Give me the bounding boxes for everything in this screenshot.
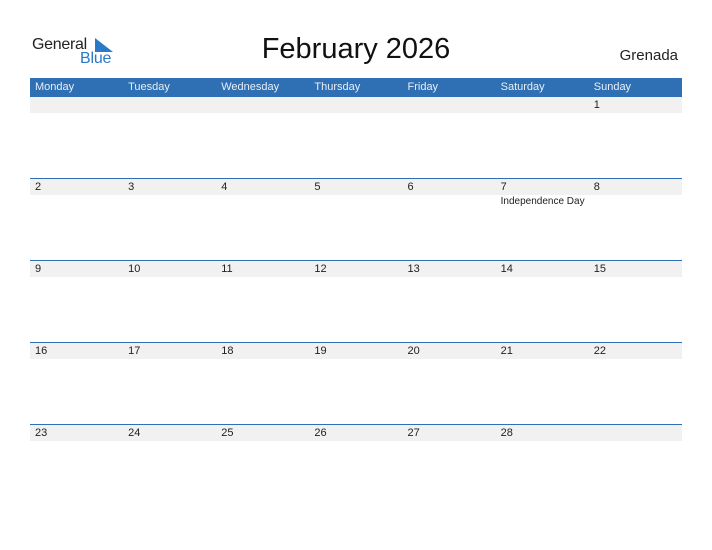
day-number: 6	[407, 181, 414, 193]
weekday-sunday: Sunday	[593, 81, 632, 93]
day-number: 27	[407, 427, 420, 439]
day-event	[403, 195, 496, 209]
calendar-grid: Monday Tuesday Wednesday Thursday Friday…	[30, 78, 682, 506]
day-event	[216, 195, 309, 209]
day-number: 10	[128, 263, 141, 275]
day-number: 23	[35, 427, 48, 439]
day-number: 13	[407, 263, 420, 275]
day-number	[589, 425, 682, 441]
day-number	[309, 97, 402, 113]
day-number: 18	[221, 345, 234, 357]
day-number: 11	[221, 263, 233, 275]
day-number-bar: 2 3 4 5 6 7 8	[30, 179, 682, 195]
day-number	[30, 97, 123, 113]
day-number: 12	[314, 263, 327, 275]
week-row: 1	[30, 97, 682, 178]
week-row: 23 24 25 26 27 28	[30, 424, 682, 506]
day-number: 25	[221, 427, 234, 439]
weekday-friday: Friday	[407, 81, 439, 93]
day-event: Independence Day	[500, 196, 585, 207]
weekday-thursday: Thursday	[314, 81, 361, 93]
weekday-wednesday: Wednesday	[221, 81, 280, 93]
day-number: 14	[500, 263, 513, 275]
day-number-bar: 9 10 11 12 13 14 15	[30, 261, 682, 277]
day-number: 20	[407, 345, 420, 357]
day-number	[496, 97, 589, 113]
day-number: 5	[314, 181, 321, 193]
weekday-saturday: Saturday	[500, 81, 545, 93]
weekday-monday: Monday	[35, 81, 75, 93]
day-number: 9	[35, 263, 42, 275]
day-number: 7	[500, 181, 507, 193]
day-number: 1	[593, 99, 600, 111]
day-number	[216, 97, 309, 113]
day-number-bar: 16 17 18 19 20 21 22	[30, 343, 682, 359]
day-number: 28	[500, 427, 513, 439]
day-number: 4	[221, 181, 228, 193]
weekday-header: Monday Tuesday Wednesday Thursday Friday…	[30, 78, 682, 97]
weekday-tuesday: Tuesday	[128, 81, 170, 93]
events-row: Independence Day	[30, 195, 682, 209]
day-number: 3	[128, 181, 135, 193]
day-number: 2	[35, 181, 42, 193]
day-number: 26	[314, 427, 327, 439]
day-number: 21	[500, 345, 513, 357]
day-number: 17	[128, 345, 141, 357]
week-row: 16 17 18 19 20 21 22	[30, 342, 682, 424]
day-event	[309, 195, 402, 209]
day-number	[123, 97, 216, 113]
country-label: Grenada	[619, 47, 678, 64]
day-number	[403, 97, 496, 113]
day-number: 22	[593, 345, 606, 357]
week-row: 2 3 4 5 6 7 8 Independence Day	[30, 178, 682, 260]
day-number-bar: 1	[30, 97, 682, 113]
day-number: 16	[35, 345, 48, 357]
day-number: 24	[128, 427, 141, 439]
day-number-bar: 23 24 25 26 27 28	[30, 425, 682, 441]
day-event	[589, 195, 682, 209]
day-number: 15	[593, 263, 606, 275]
day-event	[123, 195, 216, 209]
calendar-title: February 2026	[261, 33, 451, 65]
day-event	[30, 195, 123, 209]
day-number: 8	[593, 181, 600, 193]
week-row: 9 10 11 12 13 14 15	[30, 260, 682, 342]
day-number: 19	[314, 345, 327, 357]
